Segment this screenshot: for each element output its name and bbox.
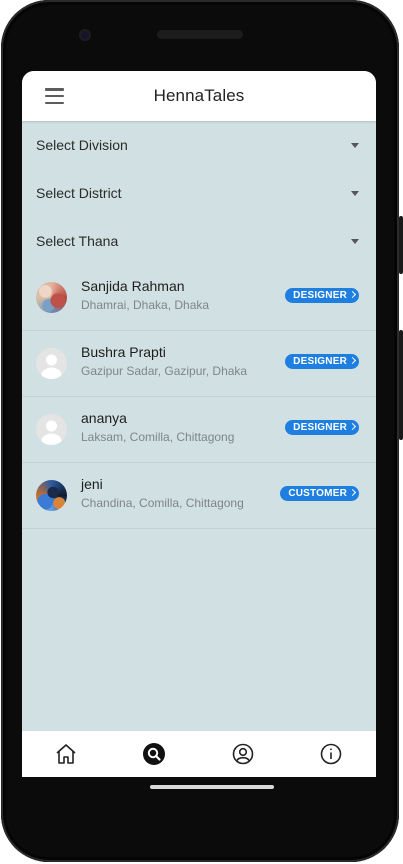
nav-info[interactable] (287, 731, 375, 777)
nav-home[interactable] (22, 731, 110, 777)
earpiece-speaker (157, 30, 243, 39)
app-bar: HennaTales (22, 71, 376, 121)
nav-search[interactable] (110, 731, 198, 777)
role-badge-label: DESIGNER (293, 422, 347, 433)
chevron-right-icon (348, 290, 357, 299)
home-indicator (150, 785, 274, 789)
division-select-label: Select Division (36, 137, 128, 153)
user-name: Bushra Prapti (81, 344, 166, 360)
user-address: Chandina, Comilla, Chittagong (81, 496, 244, 510)
avatar (36, 282, 67, 313)
user-address: Laksam, Comilla, Chittagong (81, 430, 235, 444)
role-badge[interactable]: DESIGNER (285, 354, 359, 369)
app-title: HennaTales (153, 86, 245, 105)
list-item[interactable]: Bushra Prapti Gazipur Sadar, Gazipur, Dh… (22, 331, 376, 397)
district-select[interactable]: Select District (22, 169, 376, 217)
user-list: Sanjida Rahman Dhamrai, Dhaka, Dhaka DES… (22, 265, 376, 529)
division-select[interactable]: Select Division (22, 121, 376, 169)
dropdown-caret-icon (351, 191, 359, 196)
volume-button (399, 330, 403, 440)
home-icon (56, 744, 76, 764)
dropdown-caret-icon (351, 143, 359, 148)
role-badge[interactable]: CUSTOMER (280, 486, 359, 501)
user-name: jeni (81, 476, 103, 492)
chevron-right-icon (348, 422, 357, 431)
user-name: ananya (81, 410, 127, 426)
dropdown-caret-icon (351, 239, 359, 244)
user-name: Sanjida Rahman (81, 278, 185, 294)
role-badge[interactable]: DESIGNER (285, 420, 359, 435)
user-address: Gazipur Sadar, Gazipur, Dhaka (81, 364, 248, 378)
thana-select[interactable]: Select Thana (22, 217, 376, 265)
list-item[interactable]: Sanjida Rahman Dhamrai, Dhaka, Dhaka DES… (22, 265, 376, 331)
user-address: Dhamrai, Dhaka, Dhaka (81, 298, 210, 312)
role-badge-label: DESIGNER (293, 290, 347, 301)
info-icon (320, 743, 342, 765)
chevron-right-icon (348, 488, 357, 497)
list-item[interactable]: ananya Laksam, Comilla, Chittagong DESIG… (22, 397, 376, 463)
search-icon (143, 743, 165, 765)
role-badge-label: DESIGNER (293, 356, 347, 367)
role-badge[interactable]: DESIGNER (285, 288, 359, 303)
app-screen: HennaTales Select Division Select Distri… (22, 71, 376, 777)
role-badge-label: CUSTOMER (288, 488, 347, 499)
profile-icon (232, 743, 254, 765)
district-select-label: Select District (36, 185, 122, 201)
chevron-right-icon (348, 356, 357, 365)
list-item[interactable]: jeni Chandina, Comilla, Chittagong CUSTO… (22, 463, 376, 529)
avatar (36, 414, 67, 445)
thana-select-label: Select Thana (36, 233, 119, 249)
avatar (36, 348, 67, 379)
front-camera (79, 29, 91, 41)
phone-frame: HennaTales Select Division Select Distri… (0, 0, 403, 864)
avatar (36, 480, 67, 511)
bottom-nav (22, 731, 376, 777)
nav-profile[interactable] (199, 731, 287, 777)
power-button (399, 216, 403, 274)
